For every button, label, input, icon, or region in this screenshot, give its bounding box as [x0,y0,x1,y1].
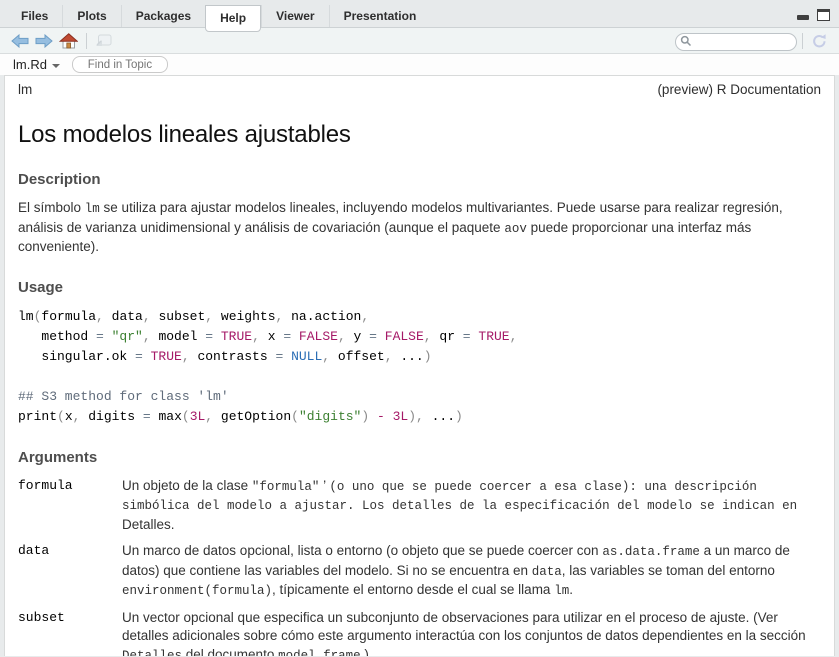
doc-topic-name: lm [18,82,32,97]
code-line: singular.ok = TRUE, contrasts = NULL, of… [18,347,821,367]
popout-icon [95,34,112,47]
code-line: lm(formula, data, subset, weights, na.ac… [18,307,821,327]
toolbar-separator-2 [802,33,803,49]
search-icon [680,35,692,47]
popout-button[interactable] [92,33,115,48]
argument-row: formulaUn objeto de la clase "formula" ’… [18,477,821,535]
code-line: print(x, digits = max(3L, getOption("dig… [18,407,821,427]
back-button[interactable] [8,33,32,49]
chevron-down-icon [52,64,60,68]
tab-plots[interactable]: Plots [62,5,120,27]
help-page: lm (preview) R Documentation Los modelos… [5,76,834,656]
help-content-frame: lm (preview) R Documentation Los modelos… [4,75,835,656]
tab-files[interactable]: Files [7,5,62,27]
tab-strip: FilesPlotsPackagesHelpViewerPresentation [0,0,839,28]
argument-row: dataUn marco de datos opcional, lista o … [18,542,821,601]
argument-description: Un vector opcional que especifica un sub… [122,609,821,657]
tab-help[interactable]: Help [205,5,261,32]
minimize-icon[interactable] [797,15,809,20]
topic-bar: lm.Rd [0,54,839,75]
section-description-heading: Description [18,171,821,188]
section-arguments-heading: Arguments [18,449,821,466]
window-controls [797,9,830,21]
help-search-input[interactable] [675,33,797,51]
tab-presentation[interactable]: Presentation [329,5,431,27]
find-in-topic-input[interactable] [72,56,168,73]
help-toolbar [0,28,839,54]
maximize-icon[interactable] [817,9,830,21]
topic-label: lm.Rd [13,57,47,72]
refresh-icon [811,33,828,49]
page-title: Los modelos lineales ajustables [18,121,821,149]
home-button[interactable] [56,32,81,50]
section-usage-heading: Usage [18,279,821,296]
tab-packages[interactable]: Packages [121,5,205,27]
forward-icon [35,34,53,48]
code-line: method = "qr", model = TRUE, x = FALSE, … [18,327,821,347]
doc-header: lm (preview) R Documentation [18,82,821,97]
refresh-button[interactable] [808,32,831,50]
doc-header-right: (preview) R Documentation [657,82,821,97]
back-icon [11,34,29,48]
argument-row: subsetUn vector opcional que especifica … [18,609,821,657]
argument-description: Un marco de datos opcional, lista o ento… [122,542,821,601]
usage-code: lm(formula, data, subset, weights, na.ac… [18,307,821,427]
forward-button[interactable] [32,33,56,49]
argument-term: data [18,542,122,601]
tab-viewer[interactable]: Viewer [261,5,328,27]
help-search-box [675,32,797,50]
argument-description: Un objeto de la clase "formula" ’ (o uno… [122,477,821,535]
home-icon [59,33,78,49]
arguments-table: formulaUn objeto de la clase "formula" ’… [18,477,821,657]
code-line [18,367,821,387]
argument-term: formula [18,477,122,535]
description-paragraph: El símbolo lm se utiliza para ajustar mo… [18,199,821,257]
toolbar-separator [86,33,87,49]
topic-dropdown[interactable]: lm.Rd [13,57,60,72]
code-line: ## S3 method for class 'lm' [18,387,821,407]
argument-term: subset [18,609,122,657]
